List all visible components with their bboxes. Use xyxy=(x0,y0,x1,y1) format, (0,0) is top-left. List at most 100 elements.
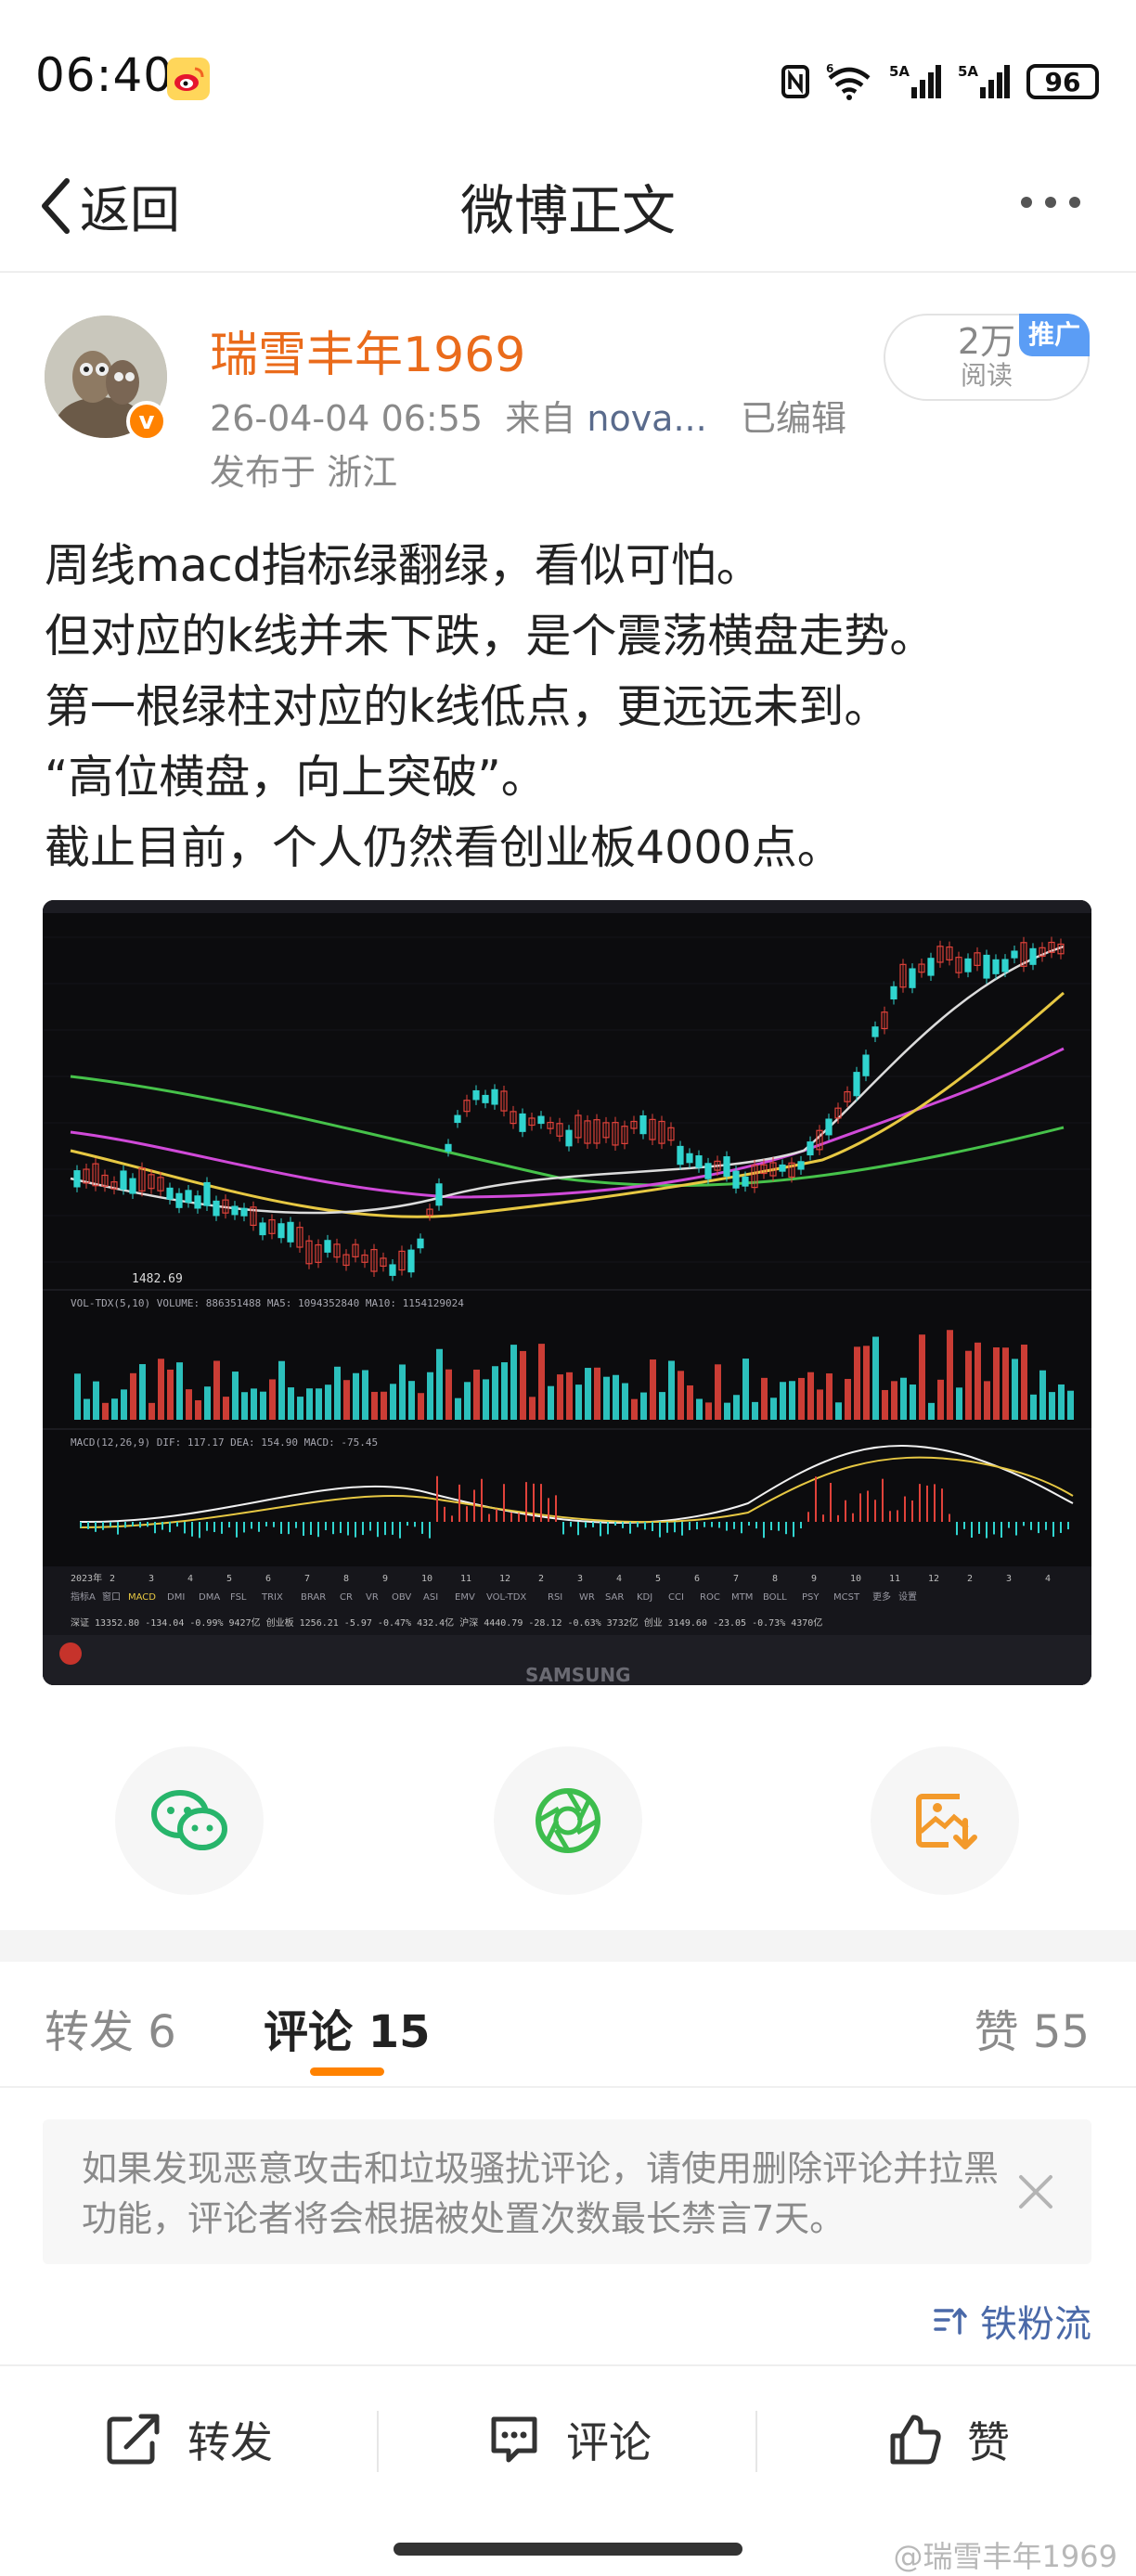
edited-label[interactable]: 已编辑 xyxy=(741,398,846,439)
indicator-tab[interactable]: MACD xyxy=(128,1592,156,1603)
indicator-tab[interactable]: MTM xyxy=(731,1592,753,1603)
post-line: 但对应的k线并未下跌，是个震荡横盘走势。 xyxy=(45,610,936,663)
volume-bar xyxy=(362,1370,368,1420)
indicator-tab[interactable]: WR xyxy=(579,1592,595,1603)
macd-bar xyxy=(273,1522,275,1527)
volume-bar xyxy=(232,1372,239,1420)
indicator-tab[interactable]: 更多 xyxy=(872,1591,891,1603)
volume-bar xyxy=(594,1367,600,1420)
indicator-tab[interactable]: CR xyxy=(340,1592,353,1603)
macd-bar xyxy=(325,1522,327,1530)
volume-bar xyxy=(1058,1384,1065,1420)
macd-bar xyxy=(592,1522,594,1527)
tab-repost[interactable]: 转发 6 xyxy=(45,1995,176,2060)
battery-indicator: 96 xyxy=(1026,64,1099,99)
axis-label: 2 xyxy=(967,1574,973,1584)
macd-bar xyxy=(458,1484,460,1522)
tab-like[interactable]: 赞 55 xyxy=(975,1995,1090,2060)
indicator-tab[interactable]: ROC xyxy=(700,1592,720,1603)
indicator-tab[interactable]: CCI xyxy=(668,1592,684,1603)
volume-bar xyxy=(316,1388,322,1420)
axis-label: 5 xyxy=(226,1574,232,1584)
indicator-tab[interactable]: FSL xyxy=(230,1592,247,1603)
indicator-tab[interactable]: 指标A xyxy=(71,1591,96,1603)
volume-bar xyxy=(390,1384,396,1420)
macd-bar xyxy=(369,1522,371,1531)
volume-bar xyxy=(260,1391,266,1420)
sort-toggle[interactable]: 铁粉流 xyxy=(932,2294,1091,2348)
macd-bar xyxy=(355,1522,356,1538)
indicator-tab[interactable]: SAR xyxy=(605,1592,624,1603)
author-name[interactable]: 瑞雪丰年1969 xyxy=(210,316,525,385)
volume-bar xyxy=(93,1381,99,1420)
indicator-tab[interactable]: EMV xyxy=(455,1592,475,1603)
macd-bar xyxy=(807,1512,809,1522)
back-button[interactable]: 返回 xyxy=(37,169,180,242)
macd-bar xyxy=(711,1522,713,1527)
macd-bar xyxy=(852,1513,854,1522)
post-image-stock-chart[interactable]: 1482.69 VOL-TDX(5,10) VOLUME: 886351488 … xyxy=(43,900,1091,1685)
macd-bar xyxy=(161,1522,163,1530)
nfc-icon xyxy=(781,65,809,98)
macd-bar xyxy=(614,1522,616,1526)
indicator-tab[interactable]: DMA xyxy=(199,1592,220,1603)
notice-text: 如果发现恶意攻击和垃圾骚扰评论，请使用删除评论并拉黑功能，评论者将会根据被处置次… xyxy=(82,2148,1000,2239)
axis-label: 6 xyxy=(265,1574,271,1584)
like-button[interactable]: 赞 xyxy=(887,2409,1010,2470)
macd-header: MACD(12,26,9) DIF: 117.17 DEA: 154.90 MA… xyxy=(71,1436,378,1449)
volume-bar xyxy=(353,1372,359,1420)
indicator-tab[interactable]: BOLL xyxy=(763,1592,787,1603)
indicator-tab[interactable]: KDJ xyxy=(637,1592,652,1603)
post-source[interactable]: nova... xyxy=(587,398,706,439)
status-time: 06:40 xyxy=(35,48,174,102)
save-image-button[interactable] xyxy=(871,1746,1019,1895)
indicator-tab[interactable]: 窗口 xyxy=(102,1591,121,1603)
macd-bar xyxy=(837,1514,839,1522)
axis-label: 11 xyxy=(889,1574,900,1584)
share-moments-button[interactable] xyxy=(494,1746,642,1895)
macd-bar xyxy=(637,1522,639,1527)
indicator-tab[interactable]: BRAR xyxy=(301,1592,326,1603)
repost-button[interactable]: 转发 xyxy=(104,2409,273,2470)
indicator-tab[interactable]: VR xyxy=(366,1592,379,1603)
promo-tag[interactable]: 推广 xyxy=(1019,314,1090,356)
macd-bar xyxy=(748,1522,750,1526)
indicator-tab[interactable]: 设置 xyxy=(898,1591,917,1603)
volume-bar xyxy=(371,1391,378,1420)
indicator-tab[interactable]: RSI xyxy=(548,1592,562,1603)
tab-divider xyxy=(0,2086,1136,2088)
macd-bar xyxy=(228,1522,230,1528)
indicator-tab[interactable]: VOL-TDX xyxy=(486,1592,526,1603)
volume-bar xyxy=(158,1359,164,1420)
quote-row: 深证 13352.80 -134.04 -0.99% 9427亿 创业板 125… xyxy=(71,1616,822,1629)
volume-bar xyxy=(733,1395,740,1420)
volume-bar xyxy=(770,1397,777,1420)
macd-bar xyxy=(466,1506,468,1522)
volume-bar xyxy=(557,1374,563,1420)
volume-bar xyxy=(937,1379,944,1420)
indicator-tab[interactable]: ASI xyxy=(423,1592,438,1603)
indicator-tab[interactable]: PSY xyxy=(802,1592,820,1603)
macd-bar xyxy=(1067,1522,1069,1530)
macd-bar xyxy=(570,1522,572,1527)
home-indicator[interactable] xyxy=(394,2543,742,2556)
macd-bar xyxy=(1023,1522,1025,1526)
volume-bar xyxy=(835,1402,842,1420)
close-icon[interactable] xyxy=(1015,2171,1056,2216)
indicator-tab[interactable]: MCST xyxy=(833,1592,860,1603)
macd-bar xyxy=(221,1522,223,1534)
indicator-tab[interactable]: DMI xyxy=(167,1592,185,1603)
macd-bar xyxy=(1038,1522,1039,1534)
share-wechat-button[interactable] xyxy=(115,1746,264,1895)
comment-button[interactable]: 评论 xyxy=(486,2409,652,2470)
read-label: 阅读 xyxy=(960,360,1013,391)
indicator-tab[interactable]: TRIX xyxy=(261,1592,283,1603)
tab-comment[interactable]: 评论 15 xyxy=(264,1995,431,2060)
volume-bar xyxy=(863,1346,870,1420)
macd-bar xyxy=(347,1522,349,1536)
macd-bar xyxy=(362,1522,364,1536)
volume-bar xyxy=(343,1380,350,1420)
indicator-tab[interactable]: OBV xyxy=(392,1592,411,1603)
volume-bar xyxy=(455,1397,461,1420)
more-dots-icon[interactable] xyxy=(1021,197,1080,208)
